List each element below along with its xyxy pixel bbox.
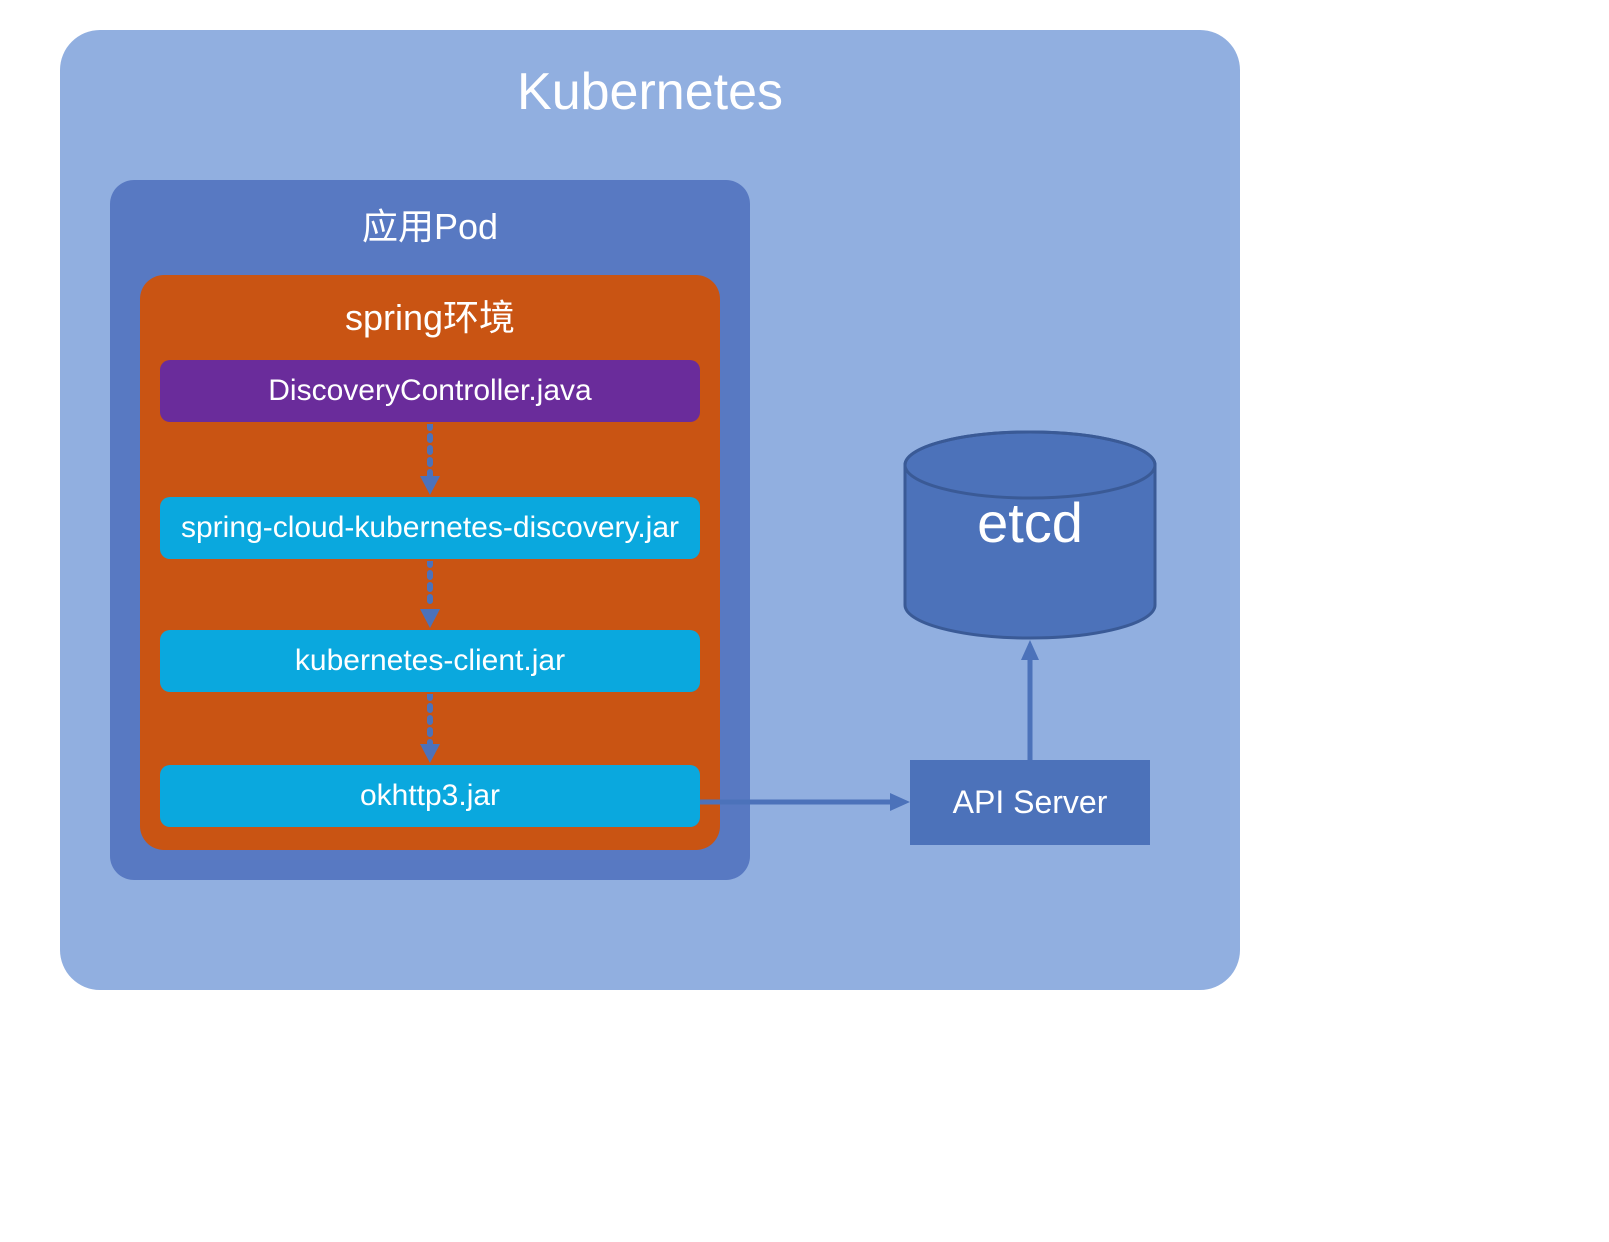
arrow-discovery-to-client	[416, 561, 444, 628]
layer-discovery-label: spring-cloud-kubernetes-discovery.jar	[181, 511, 679, 545]
kubernetes-title: Kubernetes	[60, 62, 1240, 122]
spring-title: spring环境	[140, 289, 720, 341]
arrow-client-to-okhttp	[416, 694, 444, 763]
spring-container: spring环境 DiscoveryController.java spring…	[140, 275, 720, 850]
layer-controller-label: DiscoveryController.java	[268, 374, 591, 408]
api-server-box: API Server	[910, 760, 1150, 845]
layer-okhttp-label: okhttp3.jar	[360, 779, 500, 813]
pod-title: 应用Pod	[110, 198, 750, 250]
layer-controller: DiscoveryController.java	[160, 360, 700, 422]
layer-discovery: spring-cloud-kubernetes-discovery.jar	[160, 497, 700, 559]
kubernetes-container: Kubernetes 应用Pod spring环境 DiscoveryContr…	[60, 30, 1240, 990]
layer-client: kubernetes-client.jar	[160, 630, 700, 692]
etcd-label: etcd	[900, 490, 1160, 555]
arrow-controller-to-discovery	[416, 424, 444, 495]
pod-container: 应用Pod spring环境 DiscoveryController.java …	[110, 180, 750, 880]
arrow-apiserver-to-etcd	[1015, 640, 1045, 760]
api-server-label: API Server	[953, 784, 1108, 821]
diagram-canvas: Kubernetes 应用Pod spring环境 DiscoveryContr…	[60, 30, 1240, 990]
layer-client-label: kubernetes-client.jar	[295, 644, 565, 678]
layer-okhttp: okhttp3.jar	[160, 765, 700, 827]
